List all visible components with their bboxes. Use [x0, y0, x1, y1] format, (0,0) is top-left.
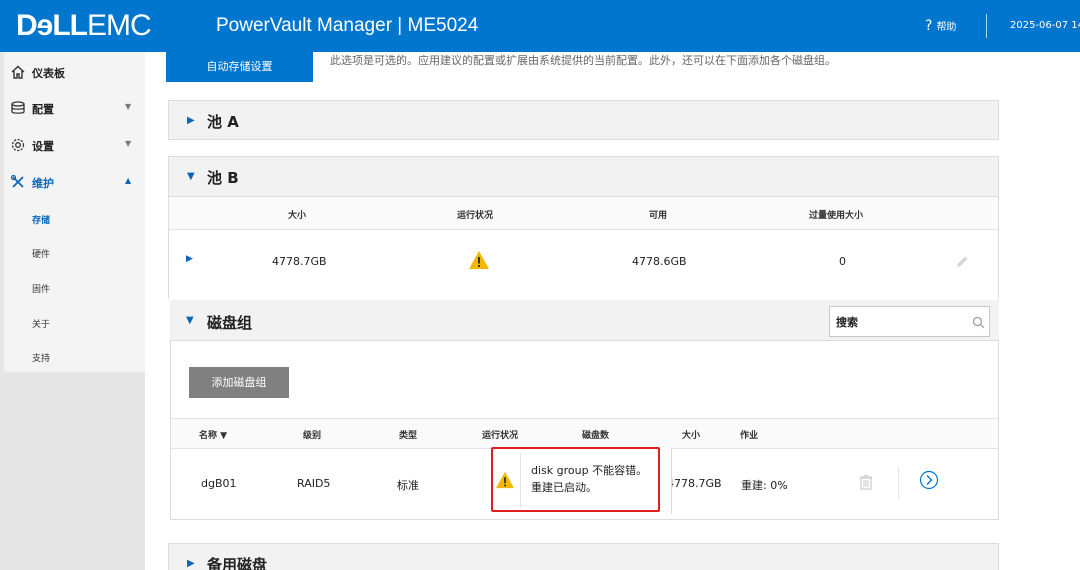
pool-a-header[interactable]: ▶ 池 A [168, 100, 999, 140]
sidebar-subitem-support[interactable]: 支持 [4, 340, 145, 374]
gear-icon [11, 138, 25, 152]
chevron-down-icon: ▼ [187, 171, 195, 182]
disk-groups-title: 磁盘组 [207, 314, 253, 332]
dell-emc-logo: DɘLLEMC [16, 8, 152, 44]
trash-icon[interactable] [859, 474, 873, 490]
app-title: PowerVault Manager | ME5024 [216, 15, 479, 36]
pool-b-title: 池 B [207, 169, 239, 187]
col-name-label: 名称 [199, 431, 218, 441]
col-level[interactable]: 级别 [303, 428, 321, 441]
help-label: 帮助 [936, 22, 957, 33]
sidebar-item-settings[interactable]: 设置 ▼ [4, 127, 145, 163]
table-row[interactable]: ▶ 4778.7GB 4778.6GB 0 [169, 230, 998, 297]
pool-a-title: 池 A [207, 113, 239, 131]
logo-emc: EMC [87, 9, 152, 42]
col-name[interactable]: 名称 ▼ [199, 428, 227, 441]
sidebar-item-config[interactable]: 配置 ▼ [4, 90, 145, 126]
sidebar-item-label: 仪表板 [32, 67, 65, 80]
sidebar-subitem-label: 硬件 [32, 250, 51, 260]
sidebar-subitem-label: 存储 [32, 216, 51, 226]
help-icon: ? [925, 18, 933, 34]
col-available[interactable]: 可用 [649, 208, 667, 221]
expand-row-icon[interactable]: ▶ [186, 254, 193, 264]
app-header: DɘLLEMC PowerVault Manager | ME5024 ? 帮助 … [0, 0, 1080, 52]
row-divider [898, 467, 899, 499]
sidebar-item-dashboard[interactable]: 仪表板 [4, 54, 145, 90]
help-link[interactable]: ? 帮助 [925, 17, 956, 37]
sidebar-subitem-label: 固件 [32, 285, 51, 295]
col-size[interactable]: 大小 [682, 428, 700, 441]
auto-storage-setup-button[interactable]: 自动存储设置 [166, 52, 313, 82]
tooltip-divider [520, 453, 521, 508]
chevron-right-icon: ▶ [187, 115, 195, 126]
pool-b-overcommit: 0 [839, 255, 846, 268]
pencil-icon[interactable] [954, 254, 970, 270]
search-icon[interactable] [972, 316, 985, 329]
disk-group-size: 4778.7GB [667, 477, 722, 490]
pool-b-available: 4778.6GB [632, 255, 687, 268]
col-disk-count[interactable]: 磁盘数 [582, 428, 609, 441]
disk-group-level: RAID5 [297, 477, 331, 490]
disk-group-name[interactable]: dgB01 [201, 477, 237, 490]
pool-b-table: 大小 运行状况 可用 过量使用大小 ▶ 4778.7GB 4778.6GB 0 [168, 197, 999, 299]
tooltip-text: disk group 不能容错。 重建已启动。 [531, 462, 647, 496]
sidebar-item-label: 配置 [32, 103, 54, 116]
warning-icon [469, 251, 489, 269]
col-health[interactable]: 运行状况 [457, 208, 493, 221]
col-type[interactable]: 类型 [399, 428, 417, 441]
auto-setup-description: 此选项是可选的。应用建议的配置或扩展由系统提供的当前配置。此外，还可以在下面添加… [330, 54, 836, 67]
sidebar-item-label: 设置 [32, 140, 54, 153]
health-tooltip: disk group 不能容错。 重建已启动。 [491, 447, 660, 512]
chevron-down-icon: ▼ [125, 139, 132, 148]
search-input[interactable] [836, 311, 964, 333]
chevron-down-icon: ▼ [186, 315, 194, 326]
col-job[interactable]: 作业 [740, 428, 758, 441]
tooltip-line-2: 重建已启动。 [531, 481, 597, 494]
pool-b-size: 4778.7GB [272, 255, 327, 268]
pool-b-header[interactable]: ▼ 池 B [168, 156, 999, 197]
sidebar-subitem-about[interactable]: 关于 [4, 306, 145, 340]
sidebar-subitem-label: 关于 [32, 320, 51, 330]
header-divider [986, 14, 987, 38]
home-icon [11, 65, 25, 79]
logo-dell: DɘLL [16, 9, 88, 42]
spare-disks-header[interactable]: ▶ 备用磁盘 [168, 543, 999, 570]
sidebar-item-maintenance[interactable]: 维护 ▲ [4, 164, 145, 200]
sidebar-nav: 仪表板 配置 ▼ 设置 ▼ 维护 ▲ 存储 硬件 固件 关于 支持 [4, 52, 145, 372]
datetime: 2025-06-07 14: [1010, 20, 1080, 31]
disk-group-column-headers: 名称 ▼ 级别 类型 运行状况 磁盘数 大小 作业 [171, 418, 998, 449]
tools-icon [10, 174, 24, 188]
disk-group-job: 重建: 0% [741, 479, 788, 492]
sidebar: 仪表板 配置 ▼ 设置 ▼ 维护 ▲ 存储 硬件 固件 关于 支持 [0, 52, 145, 570]
sidebar-item-label: 维护 [32, 177, 54, 190]
add-disk-group-button[interactable]: 添加磁盘组 [189, 367, 289, 398]
tooltip-line-1: disk group 不能容错。 [531, 464, 648, 477]
chevron-up-icon: ▲ [125, 176, 132, 185]
sidebar-subitem-label: 支持 [32, 354, 51, 364]
col-health[interactable]: 运行状况 [482, 428, 518, 441]
tooltip-shadow [660, 448, 672, 514]
spare-disks-title: 备用磁盘 [207, 556, 268, 570]
sidebar-subitem-firmware[interactable]: 固件 [4, 271, 145, 305]
sidebar-subitem-storage[interactable]: 存储 [4, 202, 145, 236]
chevron-right-circle-icon[interactable] [919, 470, 939, 490]
sort-desc-icon: ▼ [220, 431, 228, 441]
sidebar-subitem-hardware[interactable]: 硬件 [4, 236, 145, 270]
database-icon [11, 101, 25, 114]
disk-group-type: 标准 [397, 479, 419, 492]
col-overcommit[interactable]: 过量使用大小 [809, 208, 863, 221]
chevron-right-icon: ▶ [187, 558, 195, 569]
disk-group-search[interactable] [829, 306, 990, 337]
warning-icon [496, 471, 514, 489]
pool-b-column-headers: 大小 运行状况 可用 过量使用大小 [169, 197, 998, 230]
col-size[interactable]: 大小 [288, 208, 306, 221]
chevron-down-icon: ▼ [125, 102, 132, 111]
